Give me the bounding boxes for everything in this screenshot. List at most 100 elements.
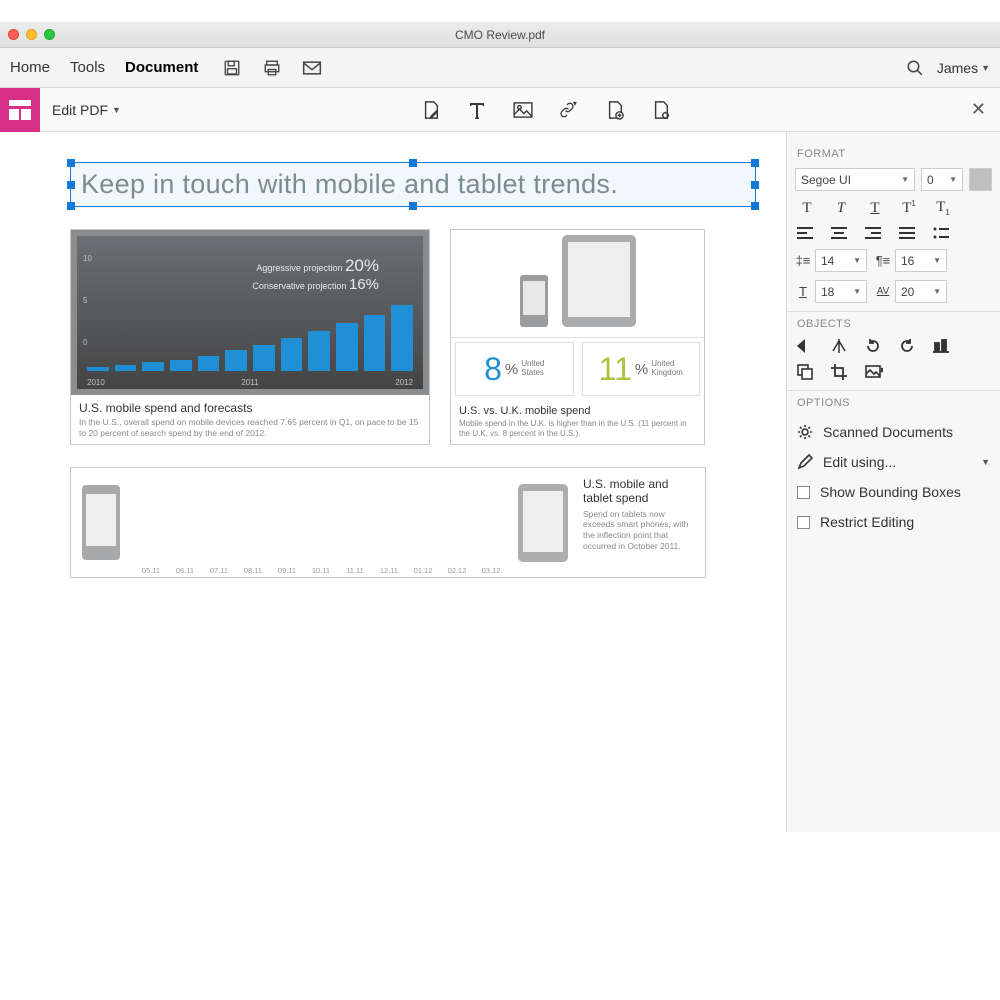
panelC-title: U.S. mobile and tablet spend: [583, 478, 697, 506]
format-heading: FORMAT: [797, 148, 992, 160]
chevron-down-icon: ▼: [981, 457, 990, 467]
text-underline-icon[interactable]: T: [865, 200, 885, 217]
tab-tools[interactable]: Tools: [70, 55, 105, 80]
line-spacing-icon: ‡≡: [795, 253, 811, 268]
panelA-title: U.S. mobile spend and forecasts: [79, 401, 421, 415]
text-regular-icon[interactable]: T: [797, 200, 817, 217]
replace-image-icon[interactable]: [865, 365, 885, 379]
toolstrip: Edit PDF ▼ ▾ ✕: [0, 88, 1000, 132]
flip-vertical-icon[interactable]: [831, 339, 851, 353]
para-spacing-dropdown[interactable]: 16▼: [895, 249, 947, 272]
add-text-icon[interactable]: [467, 100, 487, 120]
panel-mobile-tablet: 05.1106.1107.1108.1109.1110.1111.1112.11…: [70, 467, 706, 578]
options-heading: OPTIONS: [797, 397, 992, 409]
checkbox-icon[interactable]: [797, 486, 810, 499]
align-center-icon[interactable]: [831, 227, 851, 239]
panel-us-uk: 8%United States 11%United Kingdom U.S. v…: [450, 229, 705, 445]
close-panel-button[interactable]: ✕: [971, 99, 986, 120]
line-spacing-value: 14: [821, 254, 834, 268]
gear-icon: [797, 424, 813, 440]
add-page-icon[interactable]: [605, 100, 625, 120]
kerning-icon: AV: [875, 286, 891, 297]
mode-label: Edit PDF: [52, 102, 108, 118]
para-spacing-value: 16: [901, 254, 914, 268]
tablet-icon: [562, 235, 636, 327]
stat-us-lbl: United States: [521, 360, 544, 378]
user-name: James: [937, 60, 978, 76]
search-icon[interactable]: [905, 58, 925, 78]
mode-badge: [0, 88, 40, 132]
text-subscript-icon[interactable]: T1: [933, 199, 953, 217]
page-settings-icon[interactable]: [651, 100, 671, 120]
stat-us-num: 8: [484, 351, 502, 388]
option-label: Restrict Editing: [820, 514, 914, 530]
panelA-desc: In the U.S., overall spend on mobile dev…: [79, 417, 421, 438]
text-height-value: 18: [821, 285, 834, 299]
user-menu[interactable]: James ▼: [937, 60, 990, 76]
xtick: 2010: [87, 378, 105, 387]
option-label: Edit using...: [823, 454, 896, 470]
option-label: Show Bounding Boxes: [820, 484, 961, 500]
kerning-dropdown[interactable]: 20▼: [895, 280, 947, 303]
align-left-icon[interactable]: [797, 227, 817, 239]
chart-mobile-tablet: [135, 476, 507, 566]
pencil-icon: [797, 454, 813, 470]
tab-home[interactable]: Home: [10, 55, 50, 80]
text-italic-icon[interactable]: T: [831, 200, 851, 217]
rotate-ccw-icon[interactable]: [865, 338, 885, 354]
tablet-icon: [518, 484, 568, 562]
rotate-cw-icon[interactable]: [899, 338, 919, 354]
line-spacing-dropdown[interactable]: 14▼: [815, 249, 867, 272]
text-superscript-icon[interactable]: T1: [899, 199, 919, 217]
option-show-bounding-boxes[interactable]: Show Bounding Boxes: [795, 477, 992, 507]
option-scanned-documents[interactable]: Scanned Documents: [795, 417, 992, 447]
save-icon[interactable]: [222, 58, 242, 78]
option-edit-using[interactable]: Edit using... ▼: [795, 447, 992, 477]
font-family-value: Segoe UI: [801, 173, 851, 187]
option-restrict-editing[interactable]: Restrict Editing: [795, 507, 992, 537]
text-height-dropdown[interactable]: 18▼: [815, 280, 867, 303]
font-size-value: 0: [927, 173, 934, 187]
objects-heading: OBJECTS: [797, 318, 992, 330]
edit-page-icon[interactable]: [421, 100, 441, 120]
print-icon[interactable]: [262, 58, 282, 78]
phone-icon: [82, 485, 120, 560]
arrange-icon[interactable]: [797, 364, 817, 380]
panel-forecasts: Aggressive projection 20% Conservative p…: [70, 229, 430, 445]
font-size-dropdown[interactable]: 0▼: [921, 168, 963, 191]
font-color-swatch[interactable]: [969, 168, 992, 191]
main-tabbar: Home Tools Document James ▼: [0, 48, 1000, 88]
format-sidebar: FORMAT Segoe UI▼ 0▼ T T T T1 T1 ‡: [786, 132, 1000, 832]
chart-forecasts: [87, 261, 413, 371]
phone-icon: [520, 275, 548, 327]
mail-icon[interactable]: [302, 58, 322, 78]
kerning-value: 20: [901, 285, 914, 299]
selected-text-frame[interactable]: Keep in touch with mobile and tablet tre…: [70, 162, 756, 207]
stat-uk-lbl: United Kingdom: [651, 360, 683, 378]
chevron-down-icon: ▼: [112, 105, 121, 115]
panelB-title: U.S. vs. U.K. mobile spend: [459, 405, 696, 417]
bullet-list-icon[interactable]: [933, 227, 953, 239]
checkbox-icon[interactable]: [797, 516, 810, 529]
mode-selector[interactable]: Edit PDF ▼: [52, 102, 121, 118]
add-image-icon[interactable]: [513, 100, 533, 120]
font-family-dropdown[interactable]: Segoe UI▼: [795, 168, 915, 191]
xtick: 2012: [395, 378, 413, 387]
panelB-desc: Mobile spend in the U.K. is higher than …: [459, 419, 696, 439]
crop-icon[interactable]: [831, 364, 851, 380]
window-title: CMO Review.pdf: [0, 28, 1000, 42]
para-spacing-icon: ¶≡: [875, 253, 891, 268]
tab-document[interactable]: Document: [125, 55, 198, 80]
titlebar: CMO Review.pdf: [0, 22, 1000, 48]
headline-text: Keep in touch with mobile and tablet tre…: [81, 169, 745, 200]
option-label: Scanned Documents: [823, 424, 953, 440]
link-icon[interactable]: ▾: [559, 100, 579, 120]
align-right-icon[interactable]: [865, 227, 885, 239]
text-height-icon: T: [795, 284, 811, 299]
stat-uk-num: 11: [599, 351, 632, 388]
chevron-down-icon: ▼: [981, 63, 990, 73]
align-objects-icon[interactable]: [933, 339, 953, 353]
document-canvas[interactable]: Keep in touch with mobile and tablet tre…: [0, 132, 786, 832]
flip-horizontal-icon[interactable]: [797, 339, 817, 353]
align-justify-icon[interactable]: [899, 227, 919, 239]
